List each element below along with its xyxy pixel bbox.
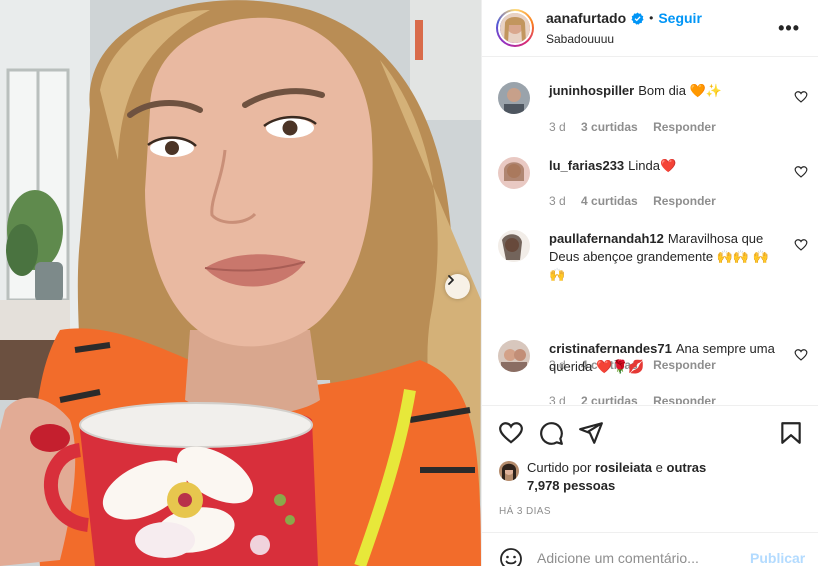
comment-reply-button[interactable]: Responder [653, 120, 716, 134]
comment-username[interactable]: juninhospiller [549, 83, 634, 98]
comment-reply-button[interactable]: Responder [653, 194, 716, 208]
comment-likes-count[interactable]: 3 curtidas [581, 120, 638, 134]
post-actions-bar [482, 405, 818, 460]
comment-like-heart-icon[interactable] [794, 90, 808, 104]
comment-age[interactable]: 3 d [549, 394, 566, 404]
comment-like-heart-icon[interactable] [794, 348, 808, 362]
paper-plane-icon[interactable] [578, 420, 604, 446]
comment-bubble-icon[interactable] [538, 420, 564, 446]
commenter-avatar[interactable] [498, 340, 530, 372]
likes-prefix: Curtido por [527, 460, 592, 475]
comments-list[interactable]: juninhospiller Bom dia 🧡✨ 3 d 3 curtidas … [482, 57, 818, 404]
commenter-avatar-image [498, 340, 530, 372]
comment-reply-button[interactable]: Responder [653, 394, 716, 404]
comment-text: Linda❤️ [628, 158, 677, 173]
commenter-avatar[interactable] [498, 82, 530, 114]
comment-input[interactable] [537, 547, 737, 566]
comment-username[interactable]: cristinafernandes71 [549, 341, 672, 356]
comment-age[interactable]: 3 d [549, 120, 566, 134]
follow-button[interactable]: Seguir [658, 10, 702, 26]
selfie-illustration [0, 0, 481, 566]
author-username[interactable]: aanafurtado [546, 10, 626, 26]
likes-connector: e [655, 460, 663, 475]
chevron-right-icon [448, 275, 454, 285]
comment-likes-count[interactable]: 2 curtidas [581, 394, 638, 404]
post-date[interactable]: HÁ 3 DIAS [499, 506, 551, 517]
comment-text: Bom dia 🧡✨ [638, 83, 722, 98]
comment-username[interactable]: lu_farias233 [549, 158, 624, 173]
liker-avatar[interactable] [499, 461, 519, 481]
post-location[interactable]: Sabadouuuu [546, 32, 702, 46]
post-header: aanafurtado • Seguir Sabadouuuu ••• [482, 0, 818, 57]
bookmark-icon[interactable] [778, 420, 804, 446]
heart-icon[interactable] [498, 420, 524, 446]
commenter-avatar[interactable] [498, 157, 530, 189]
carousel-next-button[interactable] [445, 274, 470, 299]
verified-badge-icon [631, 11, 644, 25]
comment-username[interactable]: paullafernandah12 [549, 231, 664, 246]
commenter-avatar-image [498, 230, 530, 262]
liker-username[interactable]: rosileiata [595, 460, 652, 475]
comment-like-heart-icon[interactable] [794, 238, 808, 252]
header-separator: • [649, 11, 654, 25]
author-avatar-image [500, 13, 530, 43]
author-avatar[interactable] [496, 9, 534, 47]
comment-age[interactable]: 3 d [549, 194, 566, 208]
comment-like-heart-icon[interactable] [794, 165, 808, 179]
commenter-avatar[interactable] [498, 230, 530, 262]
add-comment-bar: Publicar [482, 532, 818, 566]
liker-avatar-image [499, 461, 519, 481]
more-options-button[interactable]: ••• [778, 18, 800, 39]
comment-likes-count[interactable]: 4 curtidas [581, 194, 638, 208]
commenter-avatar-image [498, 82, 530, 114]
post-side-panel: aanafurtado • Seguir Sabadouuuu ••• juni… [481, 0, 818, 566]
smiley-icon[interactable] [499, 547, 523, 566]
commenter-avatar-image [498, 157, 530, 189]
post-photo[interactable] [0, 0, 481, 566]
publish-button[interactable]: Publicar [750, 550, 805, 566]
